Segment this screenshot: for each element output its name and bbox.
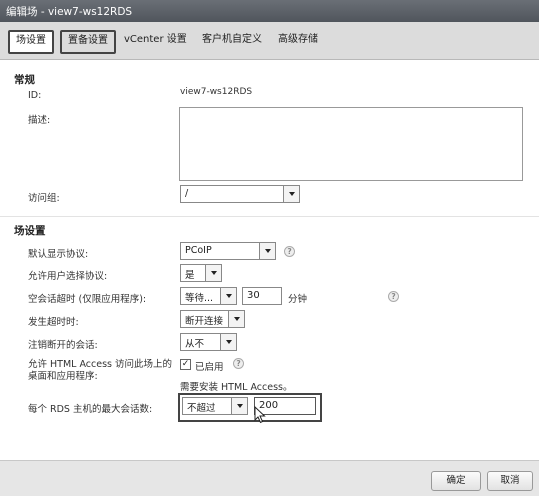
window-title: 编辑场 - view7-ws12RDS [6,6,133,18]
html-access-checkbox[interactable]: ✓ [180,359,191,370]
on-timeout-value: 断开连接 [185,316,224,327]
access-group-select[interactable]: / [180,185,300,203]
logoff-disconnected-value: 从不 [185,339,205,350]
mouse-cursor-icon [254,406,266,424]
max-sessions-mode: 不超过 [187,403,216,414]
chevron-down-icon [220,334,236,350]
window-title-bar: 编辑场 - view7-ws12RDS [0,0,539,22]
question-mark-icon[interactable]: ? [388,291,399,302]
chevron-down-icon [283,186,299,202]
tab-vcenter-settings[interactable]: vCenter 设置 [118,30,193,52]
allow-user-choose-label: 允许用户选择协议: [28,271,108,282]
default-protocol-label: 默认显示协议: [28,249,89,260]
tab-provisioning-settings[interactable]: 置备设置 [60,30,116,54]
tab-label: 置备设置 [68,35,108,46]
ok-button[interactable]: 确定 [431,471,481,491]
cancel-button[interactable]: 取消 [487,471,533,491]
dialog-content: 常规 ID: view7-ws12RDS 描述: 访问组: / 场设置 默认显示… [0,60,539,460]
dialog-footer: 确定 取消 [0,460,539,496]
empty-session-timeout-value: 30 [247,290,260,301]
allow-user-choose-value: 是 [185,270,195,281]
access-group-value: / [185,188,189,199]
section-divider [0,216,539,217]
id-value: view7-ws12RDS [180,87,253,97]
chevron-down-icon [228,311,244,327]
cancel-button-label: 取消 [500,475,520,486]
tab-label: 场设置 [16,35,46,46]
tab-bar: 场设置 置备设置 vCenter 设置 客户机自定义 高级存储 [0,22,539,60]
id-label: ID: [28,90,42,101]
chevron-down-icon [259,243,275,259]
chevron-down-icon [205,265,221,281]
tab-farm-settings[interactable]: 场设置 [8,30,54,54]
tab-label: 高级存储 [278,34,318,45]
tab-guest-customization[interactable]: 客户机自定义 [196,30,268,52]
tab-label: vCenter 设置 [124,34,187,45]
question-mark-icon[interactable]: ? [284,246,295,257]
tab-label: 客户机自定义 [202,34,262,45]
description-textarea[interactable] [179,107,523,181]
on-timeout-select[interactable]: 断开连接 [180,310,245,328]
empty-session-timeout-mode: 等待... [185,293,214,304]
default-protocol-value: PCoIP [185,245,212,256]
section-title-farm-settings: 场设置 [14,225,46,237]
on-timeout-label: 发生超时时: [28,317,79,328]
question-mark-icon[interactable]: ? [233,358,244,369]
max-sessions-label: 每个 RDS 主机的最大会话数: [28,404,153,415]
logoff-disconnected-select[interactable]: 从不 [180,333,237,351]
section-title-general: 常规 [14,74,35,86]
tab-advanced-storage[interactable]: 高级存储 [272,30,324,52]
allow-user-choose-select[interactable]: 是 [180,264,222,282]
max-sessions-select[interactable]: 不超过 [182,397,248,415]
chevron-down-icon [220,288,236,304]
empty-session-timeout-select[interactable]: 等待... [180,287,237,305]
default-protocol-select[interactable]: PCoIP [180,242,276,260]
description-label: 描述: [28,115,51,126]
empty-session-timeout-label: 空会话超时 (仅限应用程序): [28,294,147,305]
logoff-disconnected-label: 注销断开的会话: [28,340,98,351]
html-access-label: 允许 HTML Access 访问此场上的桌面和应用程序: [28,359,173,382]
html-access-note: 需要安装 HTML Access。 [180,382,293,393]
timeout-unit-label: 分钟 [288,294,308,305]
access-group-label: 访问组: [28,193,60,204]
chevron-down-icon [231,398,247,414]
html-access-checkbox-label: 已启用 [195,362,224,373]
ok-button-label: 确定 [446,475,466,486]
empty-session-timeout-input[interactable]: 30 [242,287,282,305]
